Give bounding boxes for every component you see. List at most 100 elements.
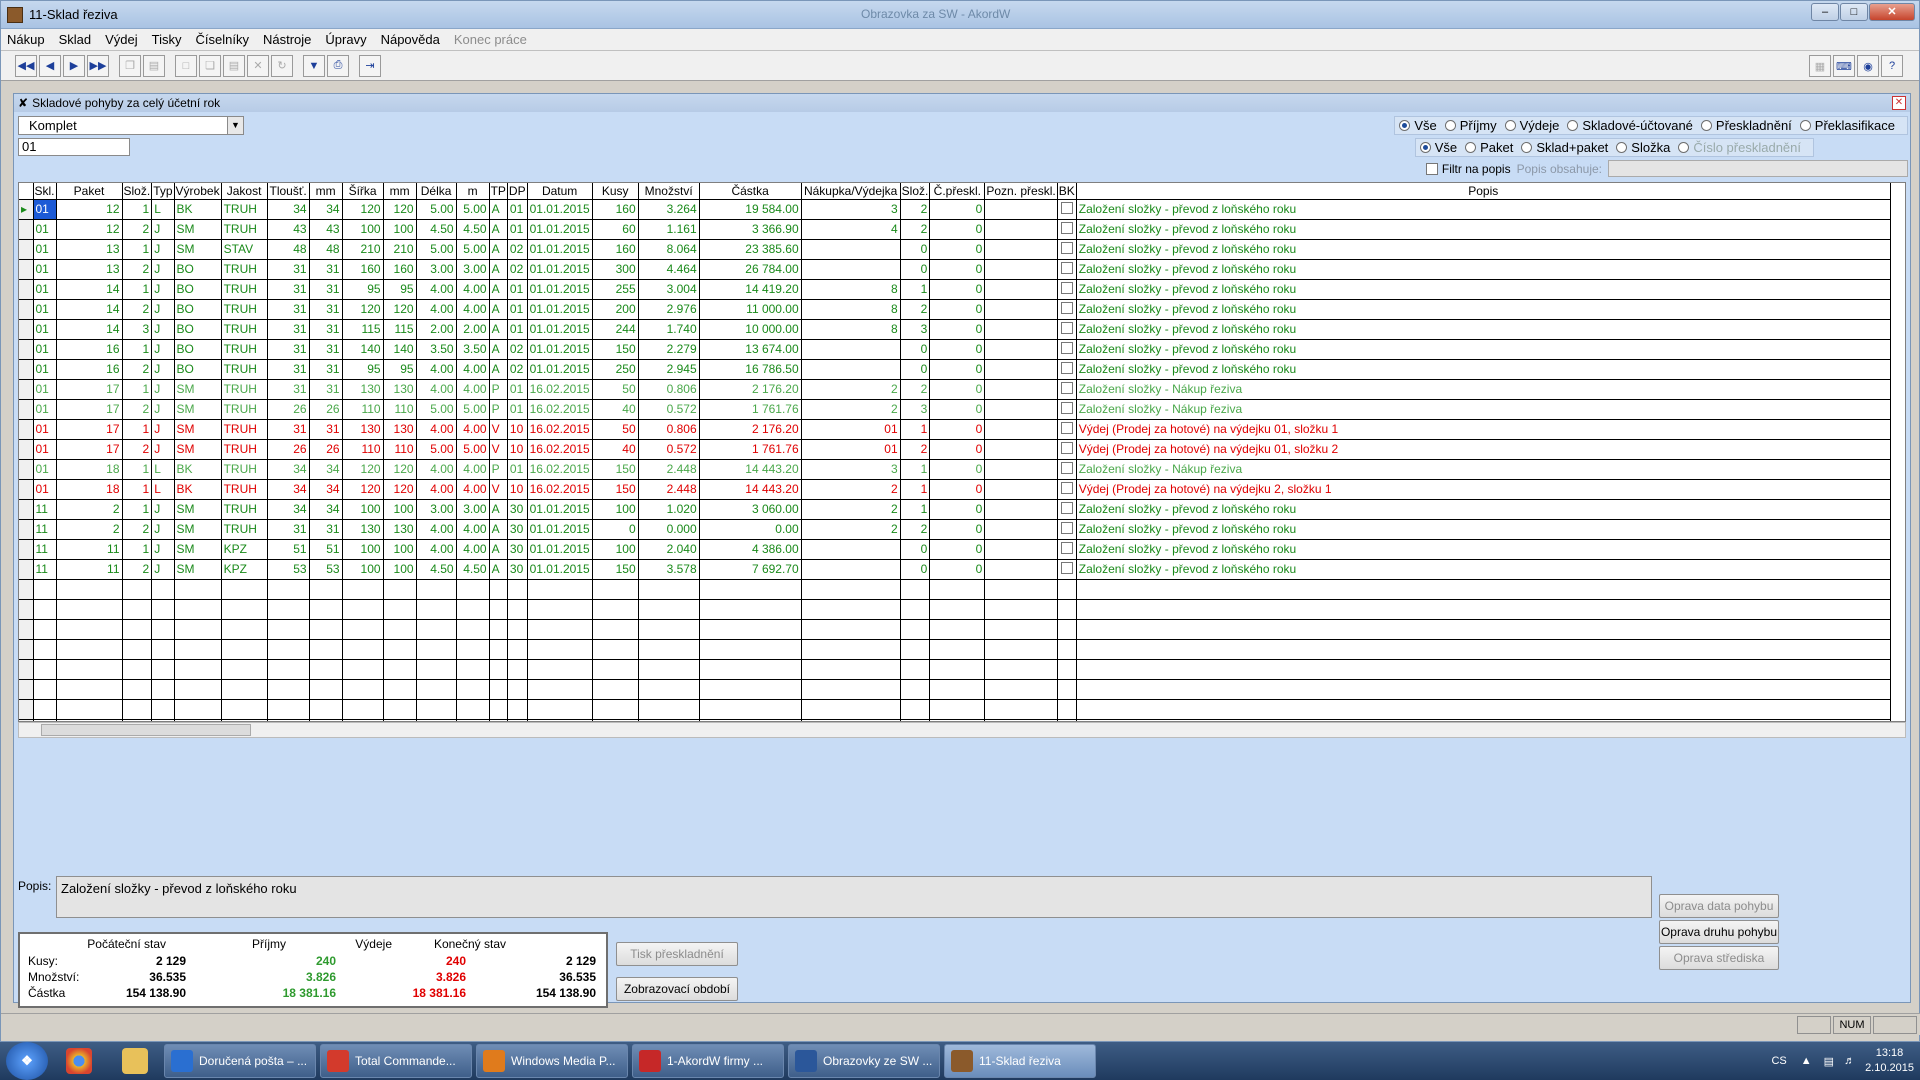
cell[interactable]: SM bbox=[174, 439, 222, 460]
column-header-8[interactable]: mm bbox=[309, 183, 343, 200]
bk-checkbox[interactable] bbox=[1060, 401, 1073, 414]
cell[interactable]: 4.00 bbox=[416, 459, 457, 480]
row-indicator[interactable] bbox=[19, 479, 34, 500]
cell[interactable]: 01.01.2015 bbox=[527, 299, 593, 320]
cell[interactable]: 31 bbox=[267, 319, 310, 340]
cell[interactable]: J bbox=[151, 239, 175, 260]
bk-checkbox[interactable] bbox=[1060, 261, 1073, 274]
cell[interactable] bbox=[1057, 339, 1077, 360]
cell[interactable]: TRUH bbox=[221, 499, 268, 520]
cell[interactable]: 17 bbox=[56, 439, 123, 460]
cell[interactable]: 01 bbox=[507, 379, 528, 400]
cell[interactable]: Výdej (Prodej za hotové) na výdejku 01, … bbox=[1076, 419, 1891, 440]
network-icon[interactable]: ▤ bbox=[1824, 1055, 1834, 1068]
oprava-strediska-button[interactable]: Oprava střediska bbox=[1659, 946, 1779, 970]
cell[interactable]: 01 bbox=[33, 419, 57, 440]
cell[interactable] bbox=[1057, 279, 1077, 300]
cell[interactable]: 2.448 bbox=[638, 479, 700, 500]
cell[interactable]: 31 bbox=[309, 379, 343, 400]
cell[interactable]: A bbox=[489, 299, 508, 320]
cell[interactable]: 100 bbox=[592, 499, 639, 520]
cell[interactable]: 01 bbox=[507, 219, 528, 240]
cell[interactable]: Založení složky - Nákup řeziva bbox=[1076, 459, 1891, 480]
cell[interactable]: Založení složky - převod z loňského roku bbox=[1076, 279, 1891, 300]
cell[interactable]: 120 bbox=[342, 479, 384, 500]
empty-row[interactable] bbox=[19, 679, 1891, 700]
menu-item-6[interactable]: Úpravy bbox=[325, 32, 366, 47]
cell[interactable]: 34 bbox=[309, 479, 343, 500]
empty-row[interactable] bbox=[19, 599, 1891, 620]
cell[interactable]: 2.00 bbox=[416, 319, 457, 340]
cell[interactable]: L bbox=[151, 199, 175, 220]
cell[interactable]: SM bbox=[174, 379, 222, 400]
cell[interactable]: A bbox=[489, 199, 508, 220]
print-icon[interactable]: ⎙ bbox=[327, 54, 349, 77]
table-row[interactable]: 01 17 1 J SM TRUH 31 31 130 130 4.00 4.00 P 01 16.02.2… bbox=[19, 379, 1891, 400]
cell[interactable]: 34 bbox=[309, 499, 343, 520]
cell[interactable]: 51 bbox=[267, 539, 310, 560]
cell[interactable]: 1 bbox=[122, 339, 153, 360]
cell[interactable]: 120 bbox=[383, 459, 417, 480]
cell[interactable]: J bbox=[151, 539, 175, 560]
column-header-13[interactable]: TP bbox=[489, 183, 508, 200]
column-header-24[interactable]: Popis bbox=[1076, 183, 1891, 200]
cell[interactable]: 2 bbox=[801, 379, 901, 400]
cell[interactable]: V bbox=[489, 439, 508, 460]
child-close-button[interactable]: ✕ bbox=[1892, 96, 1906, 110]
cell[interactable]: 8.064 bbox=[638, 239, 700, 260]
cell[interactable]: J bbox=[151, 419, 175, 440]
cell[interactable]: 4.00 bbox=[416, 279, 457, 300]
cell[interactable]: 01 bbox=[33, 319, 57, 340]
cell[interactable]: 01 bbox=[33, 219, 57, 240]
cell[interactable]: 8 bbox=[801, 299, 901, 320]
cell[interactable]: 01.01.2015 bbox=[527, 499, 593, 520]
cell[interactable]: 4 bbox=[801, 219, 901, 240]
cell[interactable]: 4.00 bbox=[456, 299, 490, 320]
cell[interactable]: 16.02.2015 bbox=[527, 459, 593, 480]
cell[interactable] bbox=[1057, 499, 1077, 520]
column-header-10[interactable]: mm bbox=[383, 183, 417, 200]
explorer-folder-icon[interactable] bbox=[108, 1044, 162, 1078]
cell[interactable]: 01 bbox=[33, 439, 57, 460]
cell[interactable]: 18 bbox=[56, 459, 123, 480]
cell[interactable]: 2 176.20 bbox=[699, 419, 802, 440]
cell[interactable]: P bbox=[489, 459, 508, 480]
cell[interactable]: J bbox=[151, 399, 175, 420]
row-indicator[interactable] bbox=[19, 559, 34, 580]
set-combo[interactable]: Komplet ▼ bbox=[18, 116, 244, 135]
cell[interactable]: 31 bbox=[267, 419, 310, 440]
warehouse-input[interactable]: 01 bbox=[18, 138, 130, 156]
table-row[interactable]: 01 16 1 J BO TRUH 31 31 140 140 3.50 3.50 A 02 01.01.2… bbox=[19, 339, 1891, 360]
cell[interactable] bbox=[801, 239, 901, 260]
table-row[interactable]: 01 17 1 J SM TRUH 31 31 130 130 4.00 4.00 V 10 16.02.2… bbox=[19, 419, 1891, 440]
cell[interactable]: 160 bbox=[342, 259, 384, 280]
cell[interactable]: 5.00 bbox=[416, 199, 457, 220]
cell[interactable]: 23 385.60 bbox=[699, 239, 802, 260]
cell[interactable]: 01 bbox=[507, 459, 528, 480]
cell[interactable]: Založení složky - převod z loňského roku bbox=[1076, 559, 1891, 580]
cell[interactable]: 110 bbox=[383, 439, 417, 460]
maximize-button[interactable]: □ bbox=[1840, 3, 1868, 21]
cell[interactable]: Založení složky - převod z loňského roku bbox=[1076, 199, 1891, 220]
cell[interactable]: SM bbox=[174, 239, 222, 260]
cell[interactable]: 0.572 bbox=[638, 439, 700, 460]
cell[interactable] bbox=[1057, 479, 1077, 500]
table-row[interactable]: 01 18 1 L BK TRUH 34 34 120 120 4.00 4.00 V 10 16.02.2… bbox=[19, 479, 1891, 500]
cell[interactable] bbox=[1057, 219, 1077, 240]
cell[interactable]: 4.00 bbox=[456, 519, 490, 540]
cell[interactable]: 2 bbox=[801, 519, 901, 540]
cell[interactable]: 34 bbox=[309, 459, 343, 480]
cell[interactable] bbox=[984, 499, 1058, 520]
cell[interactable]: BK bbox=[174, 459, 222, 480]
rg2-radio-0[interactable]: Vše bbox=[1419, 140, 1457, 155]
cell[interactable]: BO bbox=[174, 359, 222, 380]
cell[interactable]: 34 bbox=[267, 199, 310, 220]
cell[interactable]: 110 bbox=[342, 399, 384, 420]
oprava-data-button[interactable]: Oprava data pohybu bbox=[1659, 894, 1779, 918]
cell[interactable]: 2 bbox=[801, 399, 901, 420]
cell[interactable]: 14 bbox=[56, 319, 123, 340]
cell[interactable]: 34 bbox=[267, 499, 310, 520]
cell[interactable]: 0 bbox=[900, 359, 931, 380]
delete-icon[interactable]: ✕ bbox=[247, 54, 269, 77]
prev-record-icon[interactable]: ◀ bbox=[39, 54, 61, 77]
